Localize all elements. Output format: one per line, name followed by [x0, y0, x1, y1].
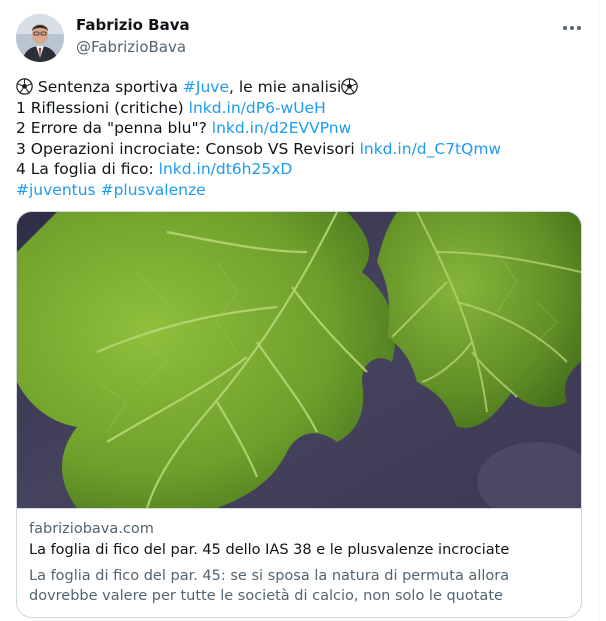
dot: [577, 26, 581, 30]
tweet-line-3-text: 2 Errore da "penna blu"?: [16, 119, 212, 137]
link-title: La foglia di fico del par. 45 dello IAS …: [29, 542, 510, 558]
dot: [570, 26, 574, 30]
soccer-ball-icon: [16, 78, 33, 95]
link-operazioni[interactable]: lnkd.in/d_C7tQmw: [360, 140, 502, 158]
dot: [563, 26, 567, 30]
tweet-line-2-text: 1 Riflessioni (critiche): [16, 98, 189, 117]
profile-photo: [16, 14, 64, 62]
fig-leaf-photo[interactable]: [17, 212, 581, 508]
link-description: La foglia di fico del par. 45: se si spo…: [29, 568, 510, 604]
tweet-line-5-text: 4 La foglia di fico:: [16, 160, 159, 178]
more-options-icon[interactable]: [558, 16, 586, 40]
link-preview-card[interactable]: fabriziobava.com La foglia di fico del p…: [16, 211, 582, 618]
author-name[interactable]: Fabrizio Bava: [76, 16, 190, 34]
hashtag-plusvalenze[interactable]: #plusvalenze: [101, 181, 206, 199]
link-preview-meta: fabriziobava.com La foglia di fico del p…: [17, 508, 581, 617]
soccer-ball-icon: [341, 78, 359, 95]
link-foglia-fico[interactable]: lnkd.in/dt6h25xD: [159, 160, 293, 178]
hashtag-juventus[interactable]: #juventus: [16, 181, 96, 199]
hashtag-juve[interactable]: #Juve: [183, 78, 229, 96]
tweet-line-1-text: Sentenza sportiva: [33, 78, 183, 96]
tweet-line-2: 1 Riflessioni (critiche) lnkd.in/dP6-wUe…: [16, 98, 586, 119]
tweet-line-4-text: 3 Operazioni incrociate: Consob VS Revis…: [16, 139, 360, 158]
tweet-line-1: Sentenza sportiva #Juve, le mie analisi: [16, 77, 586, 98]
tweet-line-3: 2 Errore da "penna blu"? lnkd.in/d2EVVPn…: [16, 118, 586, 139]
fig-leaf-image: [17, 212, 581, 508]
author-handle[interactable]: @FabrizioBava: [76, 38, 186, 56]
tweet-text: Sentenza sportiva #Juve, le mie analisi …: [16, 77, 586, 200]
tweet-line-1-suffix: , le mie analisi: [228, 78, 342, 96]
link-riflessioni[interactable]: lnkd.in/dP6-wUeH: [189, 99, 326, 117]
link-domain: fabriziobava.com: [29, 521, 154, 537]
tweet-line-6: #juventus #plusvalenze: [16, 180, 586, 201]
tweet-card: Fabrizio Bava @FabrizioBava Sentenza spo…: [0, 0, 599, 621]
tweet-line-5: 4 La foglia di fico: lnkd.in/dt6h25xD: [16, 159, 586, 180]
tweet-line-4: 3 Operazioni incrociate: Consob VS Revis…: [16, 139, 586, 160]
avatar[interactable]: [16, 14, 64, 62]
link-penna-blu[interactable]: lnkd.in/d2EVVPnw: [212, 119, 352, 137]
